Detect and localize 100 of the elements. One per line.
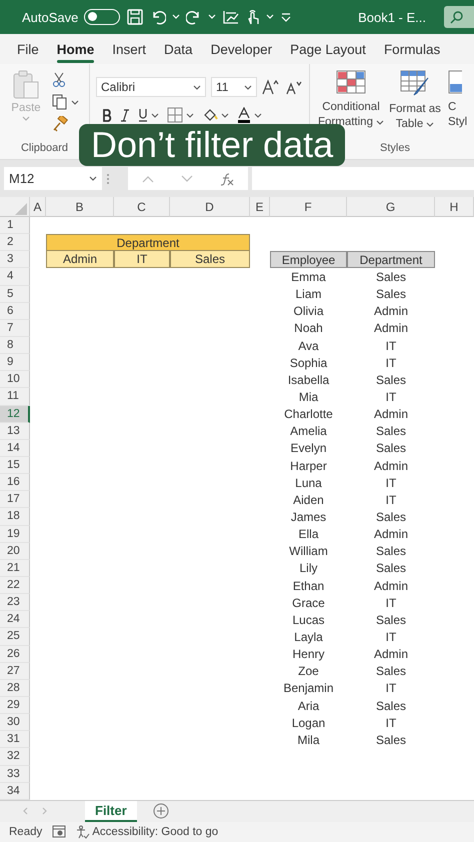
row-header[interactable]: 18 bbox=[0, 508, 30, 526]
row-header[interactable]: 30 bbox=[0, 714, 30, 732]
cell-styles-icon[interactable] bbox=[448, 70, 462, 94]
bold-icon[interactable] bbox=[102, 108, 112, 122]
table-cell-text: William bbox=[288, 543, 329, 560]
row-header[interactable]: 24 bbox=[0, 611, 30, 628]
style-button-label[interactable]: C bbox=[448, 100, 456, 115]
format-as-table-icon[interactable] bbox=[400, 70, 430, 96]
search-field[interactable] bbox=[444, 6, 474, 28]
font-name-field[interactable]: Calibri bbox=[96, 77, 206, 97]
row-header[interactable]: 17 bbox=[0, 491, 30, 508]
add-sheet-icon[interactable] bbox=[152, 803, 169, 820]
ribbon-tab[interactable]: Data bbox=[164, 36, 193, 62]
row-header[interactable]: 12 bbox=[0, 406, 30, 423]
autosave-toggle[interactable] bbox=[84, 9, 120, 25]
row-header[interactable]: 21 bbox=[0, 560, 30, 577]
cut-icon[interactable] bbox=[52, 72, 66, 88]
row-header[interactable]: 3 bbox=[0, 251, 30, 268]
row-header[interactable]: 27 bbox=[0, 662, 30, 680]
column-header[interactable]: A bbox=[30, 197, 46, 217]
search-icon[interactable] bbox=[450, 10, 464, 24]
name-box[interactable]: M12 bbox=[4, 167, 102, 190]
row-header[interactable]: 33 bbox=[0, 766, 30, 783]
column-header[interactable]: F bbox=[270, 197, 347, 217]
row-header[interactable]: 10 bbox=[0, 371, 30, 388]
row-header[interactable]: 29 bbox=[0, 696, 30, 714]
italic-icon[interactable] bbox=[120, 108, 130, 122]
table-cell-text: Lucas bbox=[291, 612, 326, 628]
row-header[interactable]: 5 bbox=[0, 286, 30, 303]
row-header[interactable]: 22 bbox=[0, 576, 30, 594]
chart-icon[interactable] bbox=[222, 9, 240, 25]
row-header[interactable]: 4 bbox=[0, 268, 30, 286]
hand-icon[interactable] bbox=[246, 8, 260, 26]
macro-record-icon[interactable] bbox=[52, 825, 66, 838]
function-icon[interactable] bbox=[220, 172, 234, 186]
conditional-formatting-icon[interactable] bbox=[336, 70, 366, 94]
accessibility-status[interactable]: Accessibility: Good to go bbox=[92, 826, 218, 838]
row-header[interactable]: 2 bbox=[0, 234, 30, 252]
save-icon[interactable] bbox=[126, 8, 144, 26]
caret-icon[interactable] bbox=[254, 112, 262, 118]
row-header[interactable]: 1 bbox=[0, 217, 30, 234]
column-header[interactable]: B bbox=[46, 197, 114, 217]
ribbon-tab[interactable]: Page Layout bbox=[290, 36, 366, 62]
fill-color-icon[interactable] bbox=[202, 108, 218, 122]
decrease-font-icon[interactable] bbox=[285, 79, 303, 95]
increase-font-icon[interactable] bbox=[262, 79, 280, 95]
style-button-label[interactable]: Table bbox=[396, 117, 424, 132]
sheet-tab[interactable]: Filter bbox=[85, 800, 137, 822]
font-color-icon[interactable] bbox=[237, 107, 251, 123]
row-header[interactable]: 13 bbox=[0, 422, 30, 440]
formula-input[interactable] bbox=[252, 167, 474, 190]
row-header[interactable]: 23 bbox=[0, 594, 30, 612]
row-header[interactable]: 15 bbox=[0, 456, 30, 474]
row-header[interactable]: 8 bbox=[0, 336, 30, 354]
column-header[interactable]: D bbox=[170, 197, 250, 217]
caret-icon[interactable] bbox=[244, 84, 252, 90]
row-header[interactable]: 14 bbox=[0, 440, 30, 457]
borders-icon[interactable] bbox=[167, 107, 183, 123]
ribbon-tab[interactable]: Insert bbox=[112, 36, 146, 62]
ribbon-tab[interactable]: Home bbox=[56, 36, 94, 62]
caret-icon[interactable] bbox=[89, 176, 97, 181]
row-header[interactable]: 6 bbox=[0, 302, 30, 320]
row-header[interactable]: 20 bbox=[0, 542, 30, 560]
customize-icon[interactable] bbox=[280, 12, 292, 22]
caret-icon[interactable] bbox=[376, 120, 384, 125]
row-header[interactable]: 32 bbox=[0, 748, 30, 766]
ribbon-tab[interactable]: Formulas bbox=[384, 36, 440, 62]
row-header[interactable]: 31 bbox=[0, 731, 30, 748]
accessibility-icon[interactable] bbox=[76, 824, 90, 839]
column-header[interactable]: E bbox=[250, 197, 270, 217]
column-header[interactable]: G bbox=[347, 197, 435, 217]
style-button-label[interactable]: Styl bbox=[448, 115, 468, 130]
row-header[interactable]: 28 bbox=[0, 680, 30, 697]
table-cell-text: Mia bbox=[298, 388, 320, 406]
ribbon-tab[interactable]: File bbox=[17, 36, 39, 62]
column-header[interactable]: H bbox=[435, 197, 474, 217]
caret-icon[interactable] bbox=[71, 100, 79, 104]
caret-icon[interactable] bbox=[193, 84, 201, 90]
caret-icon[interactable] bbox=[151, 112, 159, 118]
style-button-label[interactable]: Conditional bbox=[322, 100, 380, 115]
row-header[interactable]: 16 bbox=[0, 474, 30, 492]
font-size-field[interactable]: 11 bbox=[211, 77, 257, 97]
copy-icon[interactable] bbox=[52, 94, 68, 110]
caret-icon[interactable] bbox=[186, 112, 194, 118]
row-header[interactable]: 34 bbox=[0, 782, 30, 800]
ribbon-tab[interactable]: Developer bbox=[210, 36, 272, 62]
caret-icon[interactable] bbox=[426, 122, 434, 127]
row-header[interactable]: 26 bbox=[0, 646, 30, 663]
format-painter-icon[interactable] bbox=[52, 116, 68, 132]
column-header[interactable]: C bbox=[114, 197, 170, 217]
caret-icon[interactable] bbox=[221, 112, 229, 118]
table-cell-text: IT bbox=[384, 714, 398, 732]
underline-icon[interactable] bbox=[138, 108, 148, 122]
row-header[interactable]: 11 bbox=[0, 388, 30, 406]
row-header[interactable]: 25 bbox=[0, 628, 30, 646]
row-header[interactable]: 9 bbox=[0, 354, 30, 372]
table-cell-text: Sales bbox=[374, 560, 408, 577]
row-header[interactable]: 7 bbox=[0, 320, 30, 337]
style-button-label[interactable]: Format as bbox=[389, 102, 441, 117]
row-header[interactable]: 19 bbox=[0, 526, 30, 543]
